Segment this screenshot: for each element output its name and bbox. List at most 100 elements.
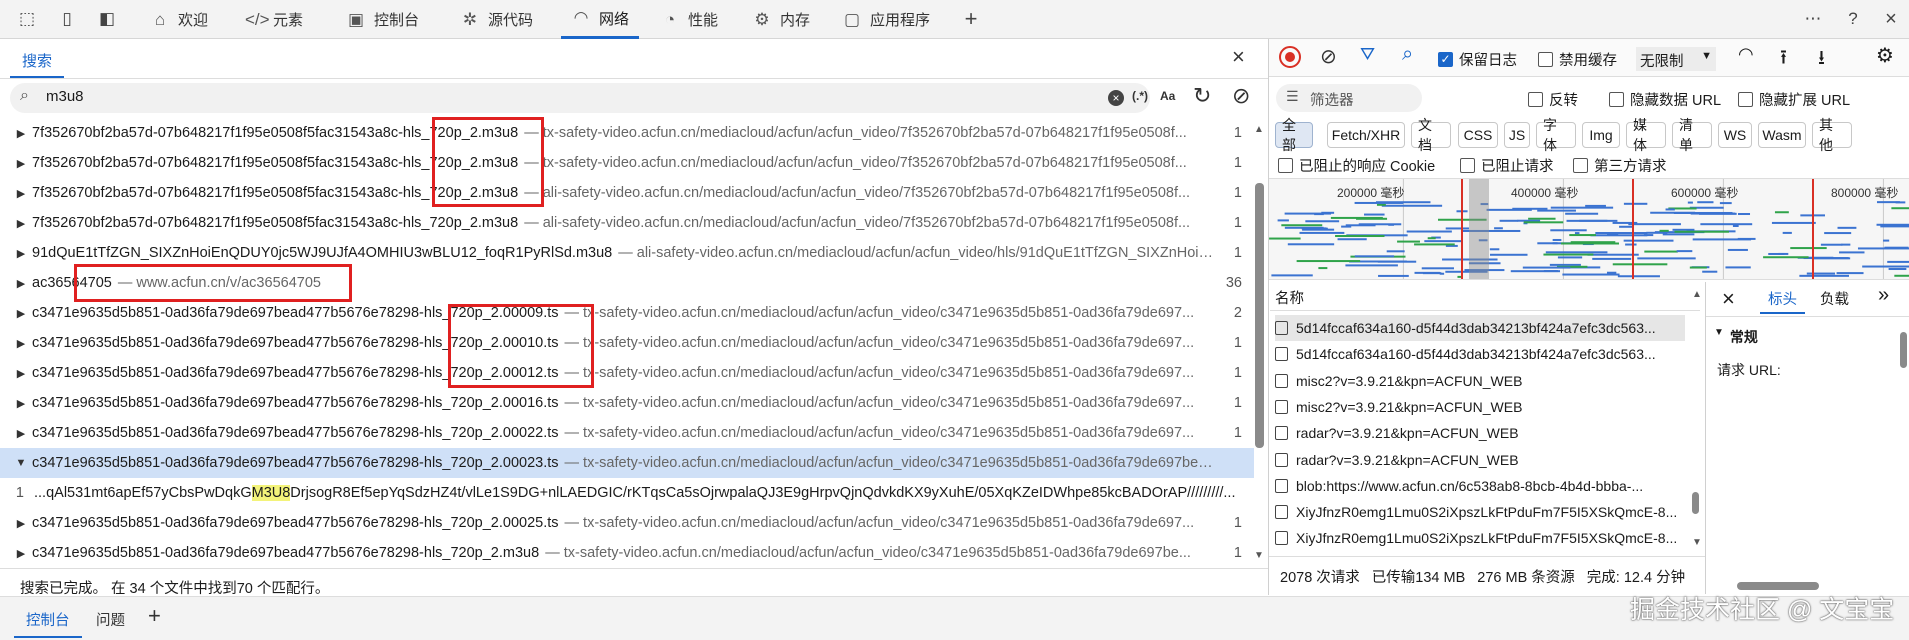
- close-detail-icon[interactable]: ×: [1722, 286, 1735, 312]
- search-result-row[interactable]: ▼ c3471e9635d5b851-0ad36fa79de697bead477b…: [0, 448, 1254, 478]
- search-result-row[interactable]: ▶ c3471e9635d5b851-0ad36fa79de697bead477b…: [0, 358, 1254, 388]
- add-drawer-tab-icon[interactable]: +: [148, 603, 161, 629]
- collapsed-triangle-icon[interactable]: ▶: [10, 427, 32, 440]
- upload-icon[interactable]: ⭱: [1780, 43, 1787, 77]
- refresh-icon[interactable]: ↻: [1193, 83, 1211, 109]
- invert-checkbox[interactable]: 反转: [1528, 89, 1578, 110]
- clear-icon[interactable]: ⊘: [1232, 83, 1250, 109]
- scroll-up-icon[interactable]: ▲: [1254, 124, 1264, 135]
- type-filter-xhr[interactable]: Fetch/XHR: [1327, 122, 1405, 148]
- scrollbar-thumb[interactable]: [1255, 183, 1264, 448]
- scrollbar-thumb[interactable]: [1692, 492, 1699, 514]
- collapsed-triangle-icon[interactable]: ▶: [10, 217, 32, 230]
- disable-cache-checkbox[interactable]: 禁用缓存: [1538, 49, 1617, 70]
- collapsed-triangle-icon[interactable]: ▶: [10, 547, 32, 560]
- search-result-row[interactable]: ▶ c3471e9635d5b851-0ad36fa79de697bead477b…: [0, 328, 1254, 358]
- search-result-row[interactable]: ▶ c3471e9635d5b851-0ad36fa79de697bead477b…: [0, 538, 1254, 568]
- request-row[interactable]: XiyJfnzR0emg1Lmu0S2iXpszLkFtPduFm7F5I5XS…: [1275, 525, 1685, 551]
- match-case-toggle[interactable]: Aa: [1160, 89, 1175, 103]
- record-icon[interactable]: [1279, 46, 1301, 68]
- search-result-row[interactable]: ▶ 7f352670bf2ba57d-07b648217f1f95e0508f5f…: [0, 118, 1254, 148]
- download-icon[interactable]: ⭳: [1818, 43, 1825, 77]
- search-result-row[interactable]: ▶ 7f352670bf2ba57d-07b648217f1f95e0508f5f…: [0, 208, 1254, 238]
- collapsed-triangle-icon[interactable]: ▶: [10, 337, 32, 350]
- tab-welcome[interactable]: ⌂ 欢迎: [140, 0, 218, 39]
- collapsed-triangle-icon[interactable]: ▶: [10, 397, 32, 410]
- collapsed-triangle-icon[interactable]: ▶: [10, 277, 32, 290]
- type-filter-manifest[interactable]: 清单: [1672, 117, 1712, 153]
- device-emulation-icon[interactable]: ▯: [54, 6, 80, 32]
- type-filter-other[interactable]: 其他: [1812, 117, 1852, 153]
- horizontal-scrollbar-thumb[interactable]: [1737, 582, 1819, 590]
- timeline-overview[interactable]: 200000 毫秒 400000 毫秒 600000 毫秒 800000 毫秒: [1269, 178, 1909, 280]
- clear-log-icon[interactable]: ⊘: [1320, 44, 1337, 69]
- throttle-select[interactable]: 无限制 ▼: [1636, 47, 1716, 71]
- tab-console[interactable]: ▣ 控制台: [336, 0, 429, 39]
- tab-payload[interactable]: 负载: [1820, 288, 1849, 309]
- name-column-header[interactable]: 名称: [1275, 287, 1304, 308]
- type-filter-font[interactable]: 字体: [1536, 117, 1576, 153]
- collapsed-triangle-icon[interactable]: ▶: [10, 367, 32, 380]
- collapsed-triangle-icon[interactable]: ▶: [10, 187, 32, 200]
- hide-ext-url-checkbox[interactable]: 隐藏扩展 URL: [1738, 89, 1850, 110]
- tab-headers[interactable]: 标头: [1760, 282, 1805, 314]
- close-devtools-icon[interactable]: ×: [1878, 6, 1904, 32]
- request-row[interactable]: 5d14fccaf634a160-d5f44d3dab34213bf424a7e…: [1275, 315, 1685, 341]
- scrollbar-thumb[interactable]: [1900, 332, 1907, 368]
- add-tab-icon[interactable]: +: [958, 6, 984, 32]
- tab-performance[interactable]: ◔ 性能: [650, 0, 728, 39]
- request-row[interactable]: XiyJfnzR0emg1Lmu0S2iXpszLkFtPduFm7F5I5XS…: [1275, 499, 1685, 525]
- collapsed-triangle-icon[interactable]: ▶: [10, 517, 32, 530]
- search-result-row[interactable]: ▶ 7f352670bf2ba57d-07b648217f1f95e0508f5f…: [0, 148, 1254, 178]
- drawer-tab-console[interactable]: 控制台: [14, 600, 82, 638]
- type-filter-media[interactable]: 媒体: [1626, 117, 1666, 153]
- search-result-row[interactable]: ▶ 7f352670bf2ba57d-07b648217f1f95e0508f5f…: [0, 178, 1254, 208]
- pane-divider[interactable]: [1268, 39, 1269, 595]
- tab-memory[interactable]: ⚙ 内存: [742, 0, 820, 39]
- pane-divider[interactable]: [1705, 282, 1706, 594]
- type-filter-wasm[interactable]: Wasm: [1758, 122, 1806, 148]
- search-result-row[interactable]: ▶ c3471e9635d5b851-0ad36fa79de697bead477b…: [0, 508, 1254, 538]
- tab-elements[interactable]: </> 元素: [235, 0, 313, 39]
- search-input[interactable]: m3u8: [46, 88, 84, 105]
- help-icon[interactable]: ?: [1840, 6, 1866, 32]
- type-filter-js[interactable]: JS: [1504, 122, 1530, 148]
- type-filter-css[interactable]: CSS: [1458, 122, 1498, 148]
- tab-network[interactable]: ◠ 网络: [561, 0, 640, 39]
- settings-icon[interactable]: ⚙: [1876, 43, 1894, 68]
- request-row[interactable]: radar?v=3.9.21&kpn=ACFUN_WEB: [1275, 420, 1685, 446]
- expanded-triangle-icon[interactable]: ▼: [10, 457, 32, 469]
- network-conditions-icon[interactable]: ◠: [1738, 44, 1754, 65]
- inspect-icon[interactable]: ⬚: [14, 6, 40, 32]
- blocked-requests-checkbox[interactable]: 已阻止请求: [1460, 155, 1554, 176]
- collapsed-triangle-icon[interactable]: ▶: [10, 127, 32, 140]
- close-search-icon[interactable]: ×: [1232, 44, 1245, 70]
- request-row[interactable]: misc2?v=3.9.21&kpn=ACFUN_WEB: [1275, 394, 1685, 420]
- search-tab[interactable]: 搜索: [10, 44, 65, 78]
- request-row[interactable]: radar?v=3.9.21&kpn=ACFUN_WEB: [1275, 447, 1685, 473]
- scroll-up-icon[interactable]: ▲: [1692, 289, 1702, 300]
- general-section[interactable]: ▼ 常规: [1714, 327, 1758, 347]
- tab-application[interactable]: ▢ 应用程序: [832, 0, 940, 39]
- clear-search-icon[interactable]: ×: [1108, 90, 1124, 106]
- collapsed-triangle-icon[interactable]: ▶: [10, 247, 32, 260]
- search-network-icon[interactable]: ⌕: [1402, 43, 1413, 66]
- request-row[interactable]: blob:https://www.acfun.cn/6c538ab8-8bcb-…: [1275, 473, 1685, 499]
- more-icon[interactable]: ⋯: [1800, 6, 1826, 32]
- type-filter-doc[interactable]: 文档: [1411, 117, 1451, 153]
- request-row[interactable]: misc2?v=3.9.21&kpn=ACFUN_WEB: [1275, 368, 1685, 394]
- filter-icon[interactable]: ⛛: [1360, 44, 1375, 65]
- type-filter-ws[interactable]: WS: [1718, 122, 1752, 148]
- scroll-down-icon[interactable]: ▼: [1692, 537, 1702, 548]
- tab-sources[interactable]: ✲ 源代码: [450, 0, 543, 39]
- search-result-row[interactable]: ▶ c3471e9635d5b851-0ad36fa79de697bead477b…: [0, 388, 1254, 418]
- scroll-down-icon[interactable]: ▼: [1254, 550, 1264, 561]
- search-result-row[interactable]: ▶ c3471e9635d5b851-0ad36fa79de697bead477b…: [0, 418, 1254, 448]
- collapsed-triangle-icon[interactable]: ▶: [10, 307, 32, 320]
- hide-data-url-checkbox[interactable]: 隐藏数据 URL: [1609, 89, 1721, 110]
- drawer-tab-issues[interactable]: 问题: [96, 609, 125, 630]
- match-line[interactable]: 1 ...qAl531mt6apEf57yCbsPwDqkG M3U8 DrjsogR…: [0, 478, 1254, 508]
- collapsed-triangle-icon[interactable]: ▶: [10, 157, 32, 170]
- third-party-checkbox[interactable]: 第三方请求: [1573, 155, 1667, 176]
- filter-input[interactable]: ☰ 筛选器: [1276, 84, 1422, 112]
